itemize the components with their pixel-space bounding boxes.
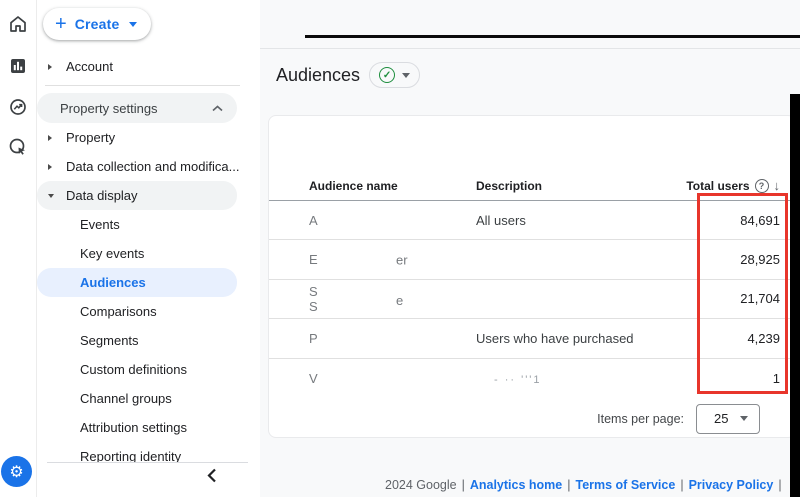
sidebar-item-segments[interactable]: Segments [37, 326, 260, 355]
chevron-down-icon [129, 21, 138, 27]
redacted-description-fragment: - ·· '''1 [494, 373, 542, 386]
highlight-rectangle [697, 193, 788, 394]
left-icon-rail: ⚙ [0, 0, 37, 497]
create-button[interactable]: + Create [43, 8, 152, 40]
sidebar-item-data-collection[interactable]: Data collection and modifica... [37, 152, 260, 181]
sidebar-item-events[interactable]: Events [37, 210, 260, 239]
chevron-up-icon [212, 104, 223, 112]
sidebar-item-key-events[interactable]: Key events [37, 239, 260, 268]
explore-icon[interactable] [8, 97, 28, 117]
audience-name-cell: P [309, 330, 318, 346]
page-title: Audiences [276, 64, 361, 85]
sidebar-item-audiences[interactable]: Audiences [37, 268, 237, 297]
items-per-page-select[interactable]: 25 [696, 403, 760, 434]
sidebar-nav: Account Property settings Property Data … [37, 52, 260, 462]
description-cell: Users who have purchased [476, 330, 634, 346]
chevron-down-icon [402, 72, 411, 78]
sidebar-item-account[interactable]: Account [37, 52, 260, 81]
audience-name-cell: A [309, 212, 318, 228]
redaction-bar-top [305, 35, 800, 38]
reports-icon[interactable] [8, 56, 28, 76]
create-button-label: Create [74, 16, 120, 32]
sort-descending-icon[interactable]: ↓ [774, 179, 781, 192]
admin-gear-icon[interactable]: ⚙ [1, 456, 32, 487]
page-header: Audiences ✓ [276, 60, 421, 90]
audience-name-cell: S S e [309, 283, 404, 314]
check-circle-icon: ✓ [379, 67, 396, 83]
chevron-right-icon [48, 163, 57, 170]
items-per-page-label: Items per page: [597, 411, 684, 426]
copyright-text: 2024 Google [385, 477, 457, 492]
privacy-policy-link[interactable]: Privacy Policy [689, 478, 774, 492]
sidebar-item-property-settings[interactable]: Property settings [37, 93, 237, 123]
column-header-total-users[interactable]: Total users ? ↓ [668, 178, 781, 193]
audience-status-dropdown[interactable]: ✓ [369, 62, 421, 88]
chevron-down-icon [48, 193, 57, 198]
sidebar-item-reporting-identity[interactable]: Reporting identity [37, 442, 260, 462]
sidebar-section-divider [37, 85, 260, 93]
page-footer: 2024 Google | Analytics home | Terms of … [385, 477, 800, 492]
sidebar-item-data-display[interactable]: Data display [37, 181, 237, 210]
plus-icon: + [55, 13, 67, 35]
description-cell: - ·· '''1 [476, 371, 668, 386]
column-header-audience-name: Audience name [309, 178, 398, 193]
description-cell: All users [476, 212, 526, 228]
header-divider [260, 48, 800, 49]
items-per-page-value: 25 [714, 411, 729, 426]
sidebar-item-comparisons[interactable]: Comparisons [37, 297, 260, 326]
home-icon[interactable] [8, 14, 28, 34]
collapse-sidebar-button[interactable] [207, 468, 221, 484]
sidebar-item-property[interactable]: Property [37, 123, 260, 152]
chevron-right-icon [48, 134, 57, 141]
help-icon[interactable]: ? [754, 178, 769, 193]
advertising-icon[interactable] [8, 137, 28, 157]
sidebar-item-custom-definitions[interactable]: Custom definitions [37, 355, 260, 384]
column-header-description: Description [476, 178, 543, 193]
main-content: Audiences ✓ Audience name Description To… [260, 0, 800, 497]
audience-name-cell: V [309, 370, 318, 386]
sidebar-item-channel-groups[interactable]: Channel groups [37, 384, 260, 413]
sidebar-bottom-divider [47, 462, 248, 463]
chevron-down-icon [740, 416, 748, 421]
analytics-home-link[interactable]: Analytics home [470, 478, 562, 492]
ga-admin-app: ⚙ + Create Account Property settings Pro… [0, 0, 800, 497]
gear-glyph: ⚙ [9, 463, 24, 481]
terms-of-service-link[interactable]: Terms of Service [575, 478, 675, 492]
chevron-right-icon [48, 63, 57, 70]
pagination-bar: Items per page: 25 [269, 398, 795, 439]
sidebar-item-attribution-settings[interactable]: Attribution settings [37, 413, 260, 442]
audience-name-cell: E er [309, 252, 408, 268]
redaction-bar-right [790, 94, 800, 497]
admin-sidebar: + Create Account Property settings Prope… [37, 0, 260, 497]
